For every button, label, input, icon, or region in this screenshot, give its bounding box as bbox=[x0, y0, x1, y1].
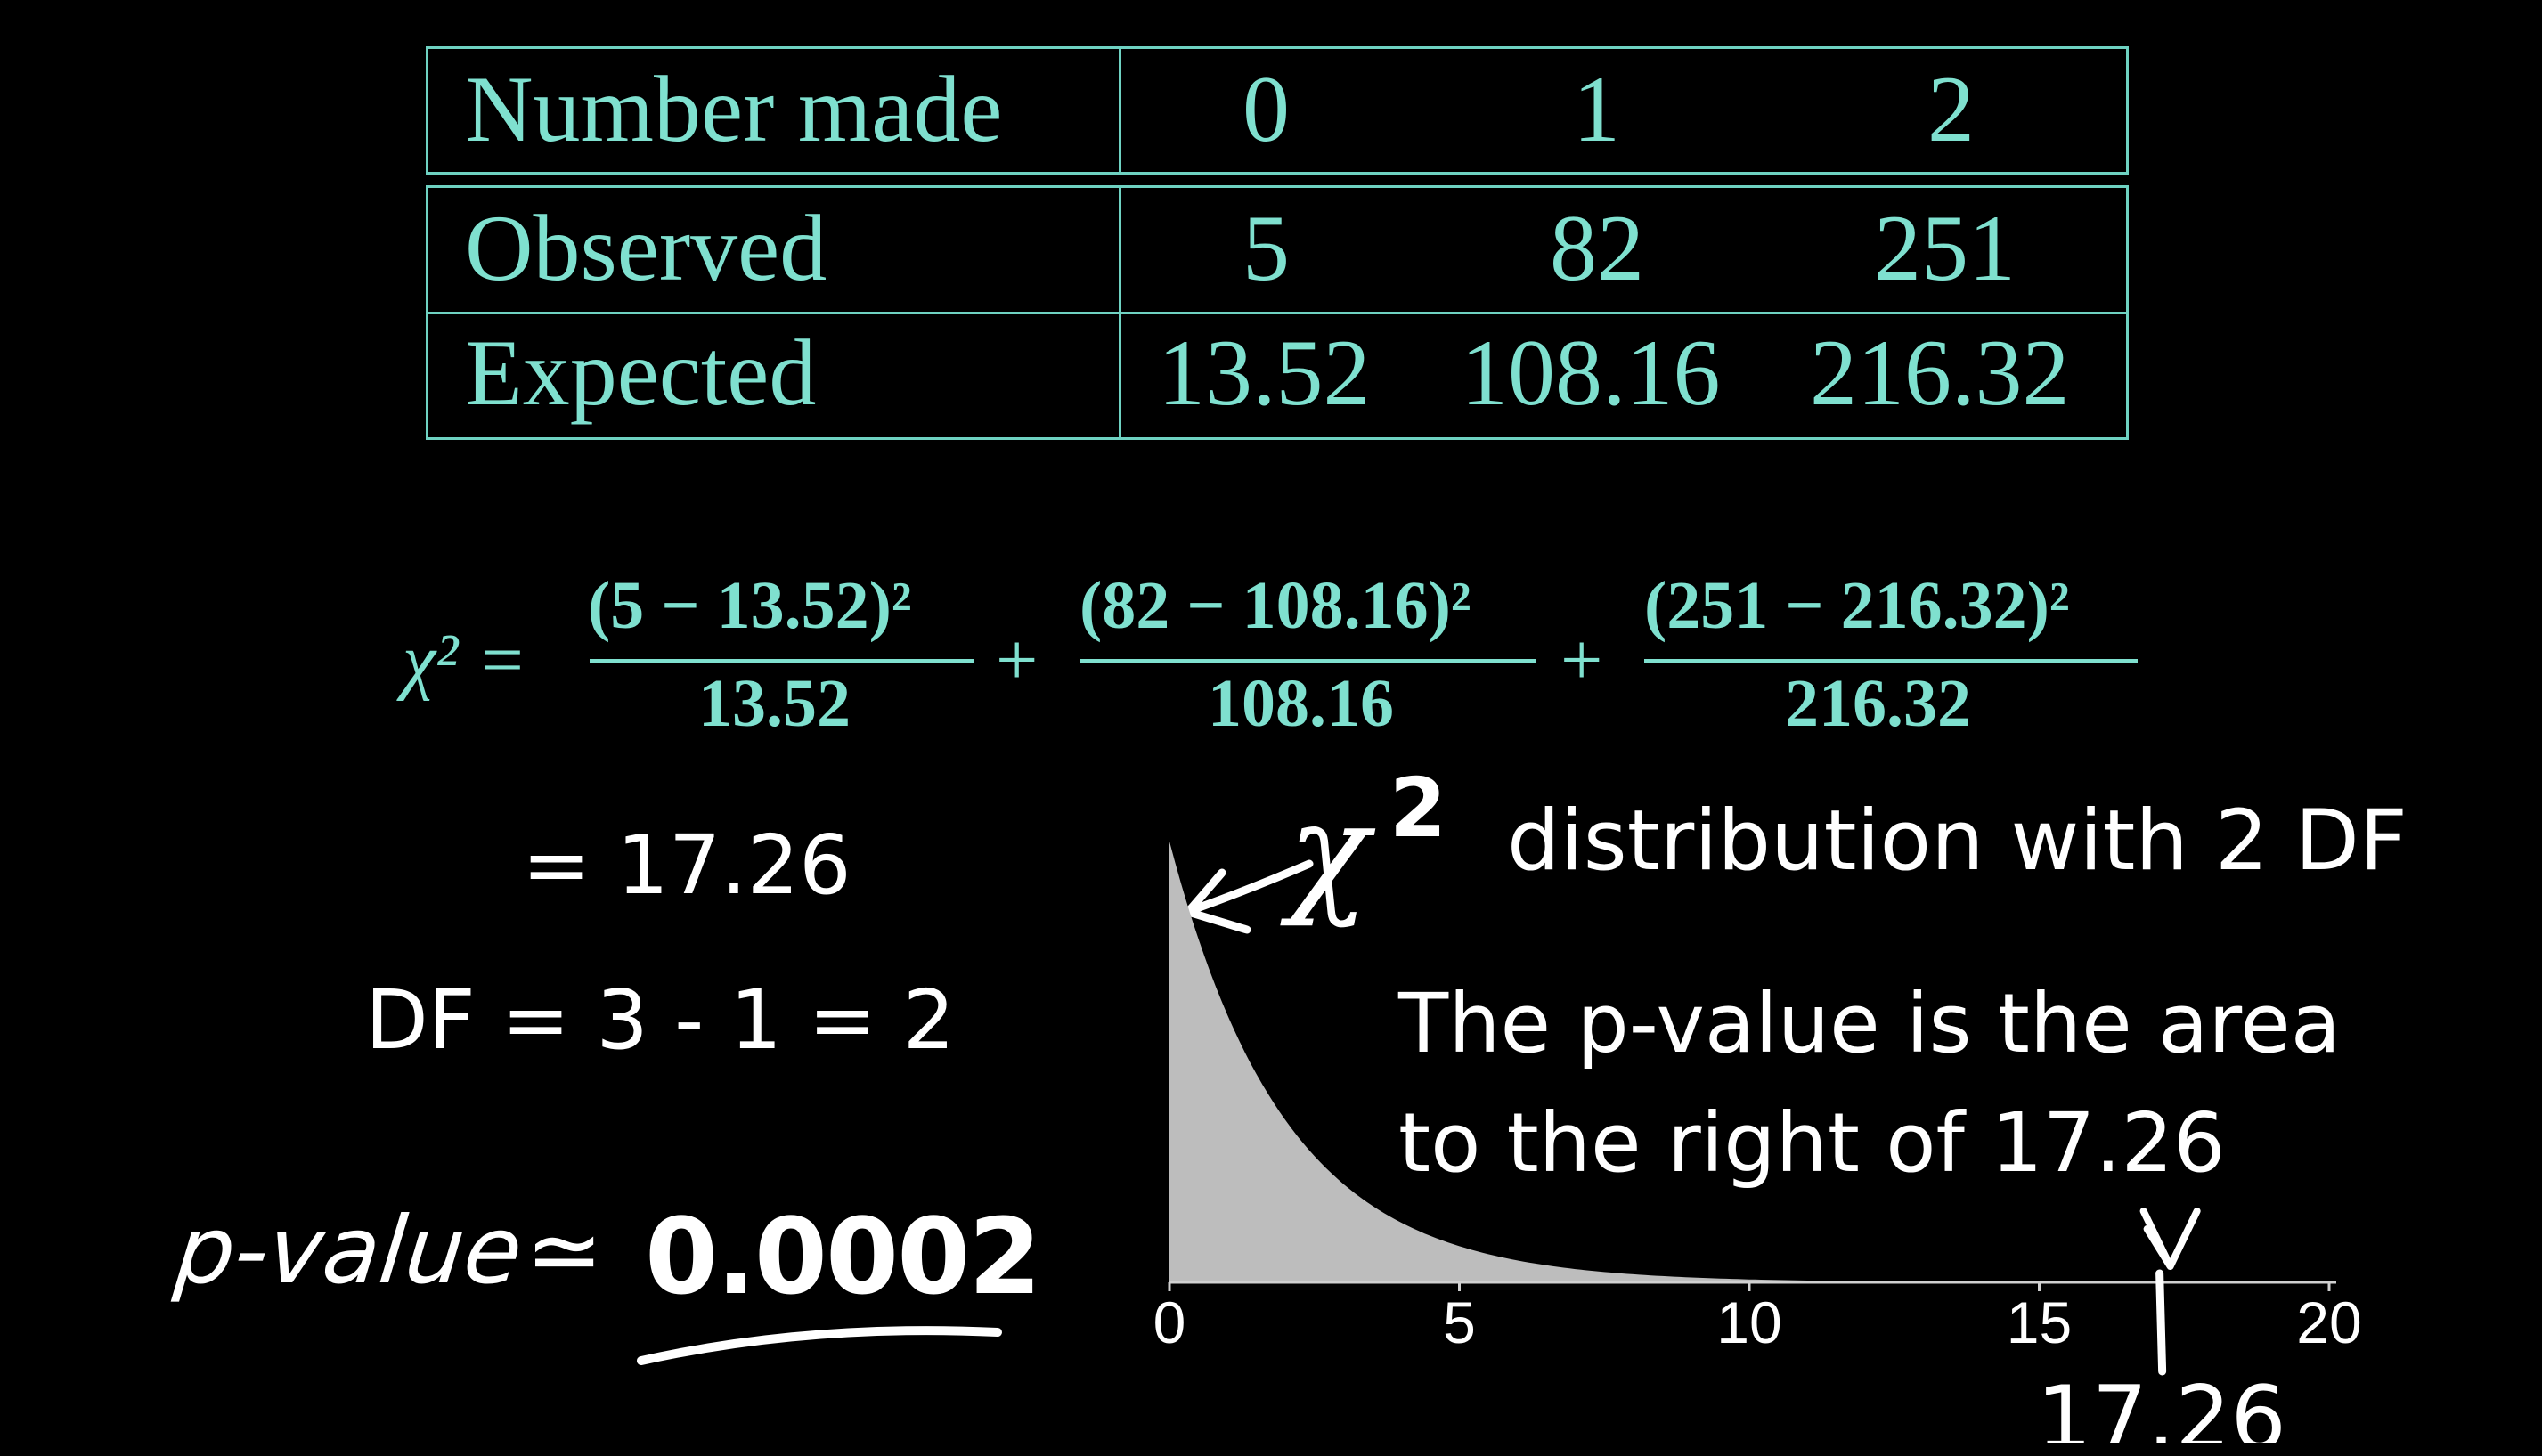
p-value-label: p-value bbox=[170, 1196, 528, 1305]
observed-statistic-marker bbox=[2155, 1269, 2167, 1376]
degrees-of-freedom: DF = 3 - 1 = 2 bbox=[365, 972, 956, 1068]
chi-square-density-chart: 0 5 10 15 20 17.26 bbox=[1153, 842, 2362, 1443]
x-tick-label: 15 bbox=[2007, 1289, 2072, 1355]
term-numerator: (82 − 108.16)² bbox=[1080, 568, 1471, 643]
table-column-divider bbox=[1119, 46, 1121, 175]
p-value-number: 0.0002 bbox=[645, 1195, 1041, 1318]
fraction-bar bbox=[1080, 659, 1536, 663]
term-denominator: 108.16 bbox=[1208, 666, 1394, 741]
term-numerator: (5 − 13.52)² bbox=[588, 568, 912, 643]
x-tick-label: 10 bbox=[1716, 1289, 1781, 1355]
expected-label: Expected bbox=[465, 321, 817, 425]
marker-label: 17.26 bbox=[2036, 1368, 2286, 1443]
term-denominator: 216.32 bbox=[1785, 666, 1971, 741]
expected-value: 216.32 bbox=[1810, 321, 2070, 425]
header-0: 0 bbox=[1242, 57, 1290, 161]
approx-sign: ≃ bbox=[526, 1196, 604, 1305]
observed-value: 5 bbox=[1242, 196, 1290, 300]
x-tick-label: 5 bbox=[1443, 1289, 1476, 1355]
formula-lhs: χ² = bbox=[403, 619, 527, 702]
x-tick-label: 20 bbox=[2296, 1289, 2361, 1355]
header-2: 2 bbox=[1927, 57, 1975, 161]
expected-value: 108.16 bbox=[1461, 321, 1721, 425]
plus-sign: + bbox=[1560, 619, 1603, 702]
observed-value: 251 bbox=[1874, 196, 2016, 300]
down-arrow-icon bbox=[2139, 1208, 2201, 1270]
observed-value: 82 bbox=[1550, 196, 1644, 300]
term-numerator: (251 − 216.32)² bbox=[1644, 568, 2070, 643]
plus-sign: + bbox=[996, 619, 1039, 702]
header-label: Number made bbox=[465, 57, 1003, 161]
x-tick-label: 0 bbox=[1153, 1289, 1186, 1355]
term-denominator: 13.52 bbox=[698, 666, 851, 741]
underline-stroke bbox=[637, 1326, 1002, 1365]
table-row-divider bbox=[426, 312, 2129, 314]
fraction-bar bbox=[590, 659, 974, 663]
observed-label: Observed bbox=[465, 196, 827, 300]
fraction-bar bbox=[1644, 659, 2138, 663]
chi-square-result: = 17.26 bbox=[522, 817, 851, 913]
expected-value: 13.52 bbox=[1158, 321, 1371, 425]
density-area bbox=[1169, 842, 2329, 1282]
header-1: 1 bbox=[1573, 57, 1620, 161]
